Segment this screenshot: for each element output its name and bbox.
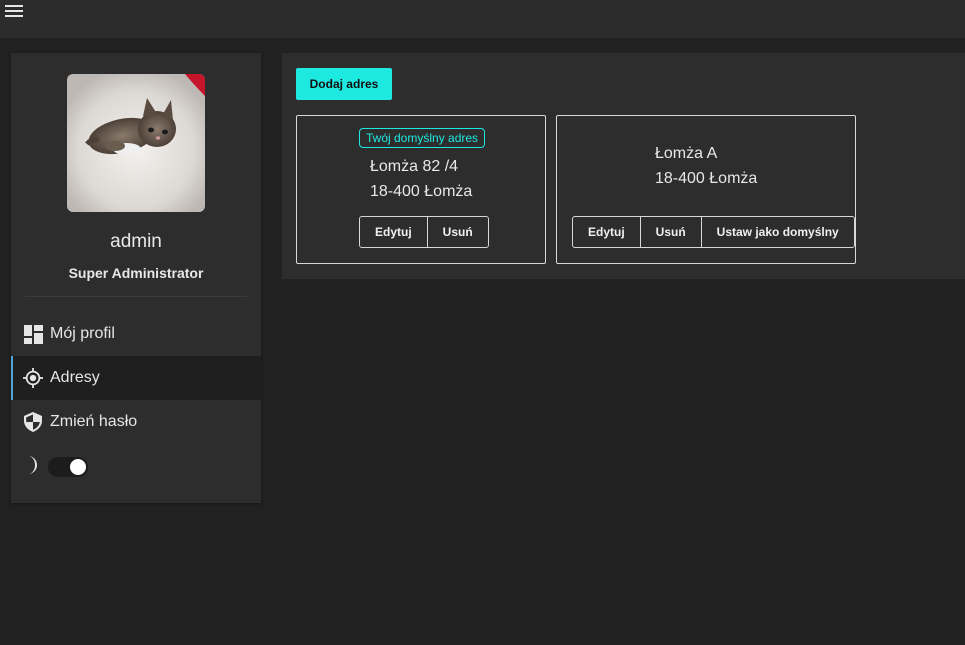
sidebar-item-my-profile[interactable]: Mój profil xyxy=(11,312,261,356)
shield-icon xyxy=(23,412,43,432)
edit-address-button[interactable]: Edytuj xyxy=(573,217,641,247)
address-card-default: Twój domyślny adres Łomża 82 /4 18-400 Ł… xyxy=(296,115,546,264)
sidebar-item-label: Mój profil xyxy=(50,325,115,342)
delete-address-button[interactable]: Usuń xyxy=(641,217,702,247)
hamburger-menu-icon[interactable] xyxy=(5,4,23,18)
add-address-button[interactable]: Dodaj adres xyxy=(296,68,392,100)
user-role: Super Administrator xyxy=(68,265,204,281)
top-app-bar xyxy=(0,0,965,38)
edit-address-button[interactable]: Edytuj xyxy=(360,217,428,247)
dark-mode-toggle[interactable] xyxy=(48,457,88,477)
address-line-city: 18-400 Łomża xyxy=(655,170,758,187)
dashboard-icon xyxy=(23,324,43,344)
delete-address-button[interactable]: Usuń xyxy=(428,217,488,247)
toggle-knob xyxy=(70,459,86,475)
sidebar-item-addresses[interactable]: Adresy xyxy=(11,356,261,400)
username: admin xyxy=(110,231,162,252)
moon-icon xyxy=(23,455,41,480)
sidebar-item-change-password[interactable]: Zmień hasło xyxy=(11,400,261,444)
default-address-badge: Twój domyślny adres xyxy=(359,128,486,148)
set-default-address-button[interactable]: Ustaw jako domyślny xyxy=(702,217,854,247)
sidebar-item-label: Adresy xyxy=(50,369,100,386)
profile-sidebar: admin Super Administrator Mój profil Adr… xyxy=(11,53,261,503)
location-target-icon xyxy=(23,368,43,388)
addresses-panel: Dodaj adres Twój domyślny adres Łomża 82… xyxy=(282,53,965,279)
address-card: Łomża A 18-400 Łomża Edytuj Usuń Ustaw j… xyxy=(556,115,856,264)
address-card-actions: Edytuj Usuń Ustaw jako domyślny xyxy=(572,216,855,248)
address-line-street: Łomża 82 /4 xyxy=(370,158,459,175)
address-line-city: 18-400 Łomża xyxy=(370,183,473,200)
address-line-street: Łomża A xyxy=(655,145,718,162)
address-card-actions: Edytuj Usuń xyxy=(359,216,489,248)
sidebar-item-label: Zmień hasło xyxy=(50,413,138,430)
sidebar-divider xyxy=(25,296,247,297)
theme-toggle-row xyxy=(23,454,88,480)
avatar xyxy=(67,74,205,212)
